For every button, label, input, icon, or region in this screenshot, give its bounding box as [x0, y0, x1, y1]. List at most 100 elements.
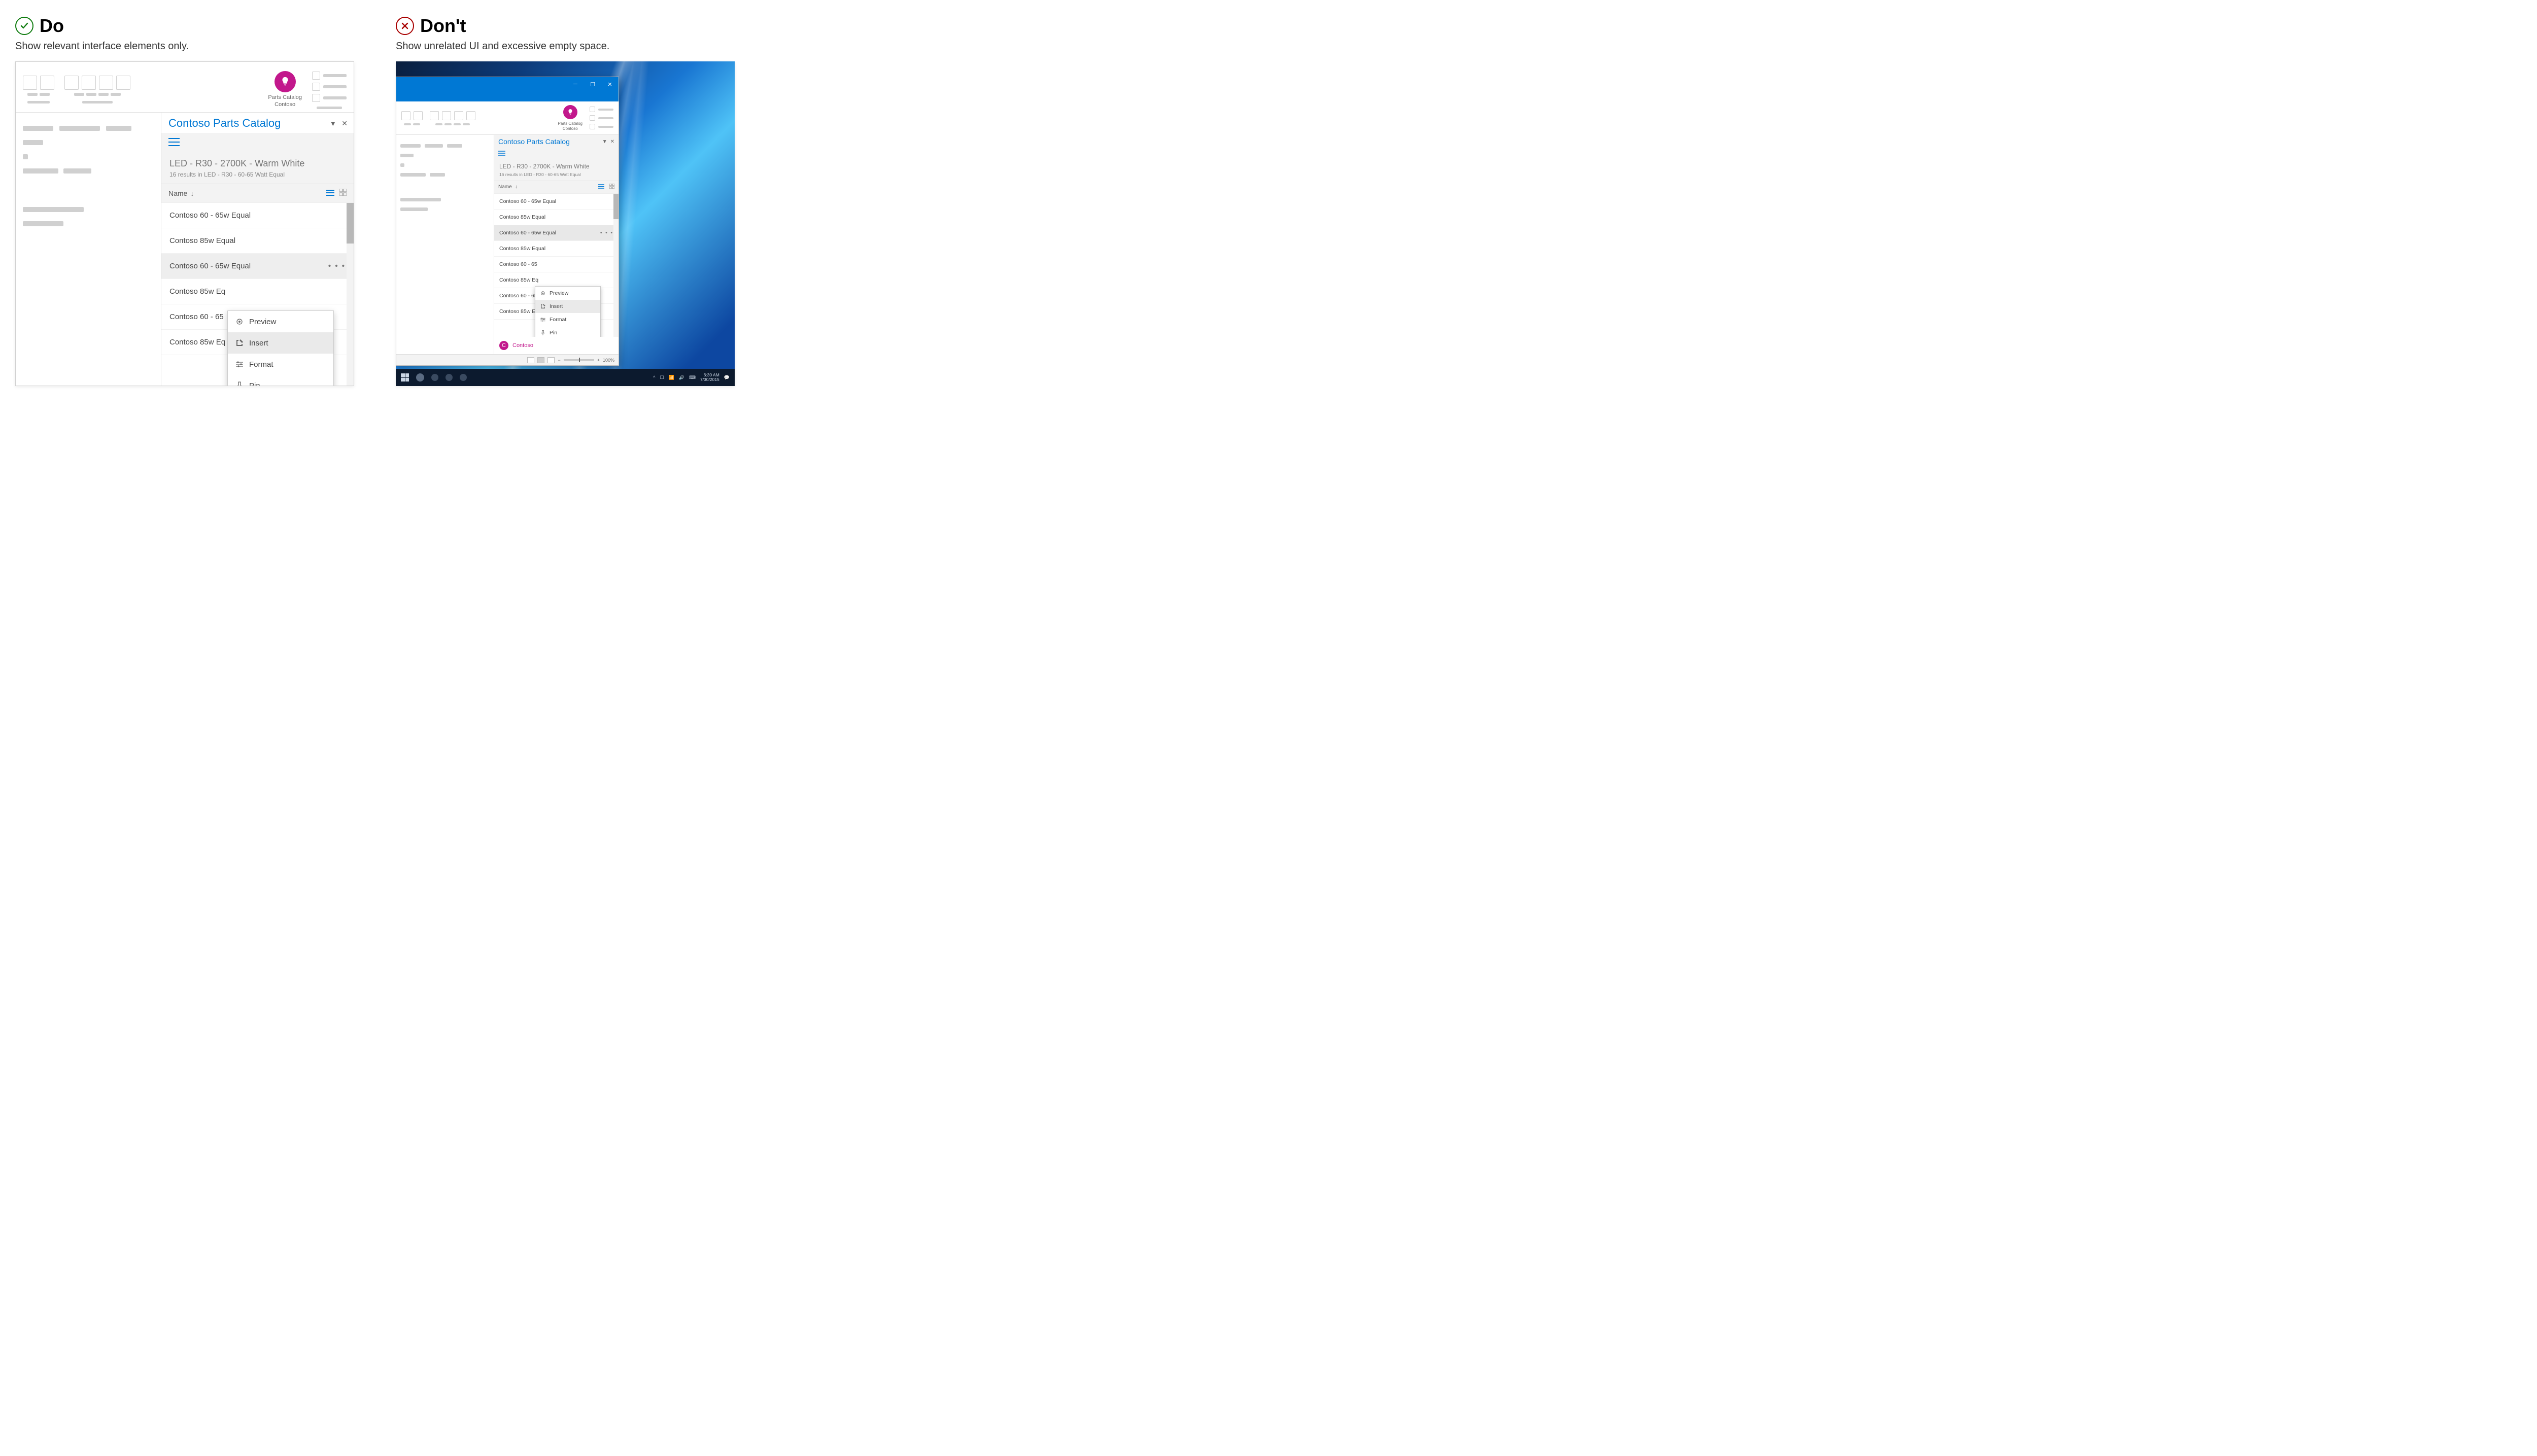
results-list: Contoso 60 - 65w Equal Contoso 85w Equal… — [494, 194, 619, 337]
status-bar: − + 100% — [396, 354, 619, 365]
ribbon-addin-label-2: Contoso — [563, 126, 578, 131]
sliders-icon — [540, 317, 546, 323]
tabstrip — [396, 91, 619, 101]
insert-icon — [540, 303, 546, 309]
grid-view-icon[interactable] — [339, 189, 347, 197]
chevron-down-icon[interactable]: ▼ — [329, 119, 336, 128]
eye-icon — [235, 317, 244, 326]
dont-subtext: Show unrelated UI and excessive empty sp… — [396, 41, 756, 52]
list-item[interactable]: Contoso 85w Equal — [494, 210, 619, 225]
scrollbar[interactable] — [613, 194, 619, 337]
sort-arrow-icon: ↓ — [515, 184, 518, 190]
task-pane: Contoso Parts Catalog ▼ ✕ LED - R30 - 27… — [494, 135, 619, 354]
tray-chevron-icon[interactable]: ^ — [653, 375, 655, 380]
eye-icon — [540, 290, 546, 296]
column-name-label: Name — [498, 184, 512, 190]
view-mode-button[interactable] — [547, 357, 555, 363]
taskpane-title: Contoso Parts Catalog — [498, 137, 570, 146]
taskbar-app-icon[interactable] — [431, 374, 438, 381]
brand-avatar: C — [499, 341, 508, 350]
zoom-slider[interactable] — [564, 359, 594, 361]
do-screenshot: Parts CatalogContoso — [15, 61, 354, 386]
tray-keyboard-icon[interactable]: ⌨ — [689, 375, 696, 380]
tray-volume-icon[interactable]: 🔊 — [679, 375, 684, 380]
ribbon-addin-label-2: Contoso — [275, 101, 295, 108]
menu-insert[interactable]: Insert — [535, 300, 600, 313]
pin-icon — [540, 330, 546, 336]
taskpane-footer: C Contoso — [494, 337, 619, 354]
close-icon[interactable]: ✕ — [610, 139, 614, 145]
system-clock[interactable]: 6:30 AM 7/30/2015 — [700, 373, 719, 383]
ribbon-group-placeholder — [21, 76, 56, 103]
lightbulb-icon — [563, 105, 577, 119]
list-view-icon[interactable] — [326, 189, 334, 197]
list-item[interactable]: Contoso 60 - 65w Equal — [494, 194, 619, 210]
filter-subtitle: 16 results in LED - R30 - 60-65 Watt Equ… — [499, 172, 613, 177]
list-item[interactable]: Contoso 85w Equal — [161, 228, 354, 254]
ribbon-group-placeholder — [588, 105, 615, 131]
brand-name: Contoso — [512, 342, 533, 349]
sliders-icon — [235, 360, 244, 369]
ribbon-addin-button[interactable]: Parts CatalogContoso — [266, 71, 304, 108]
list-item[interactable]: Contoso 60 - 65w Equal — [161, 203, 354, 228]
view-mode-button[interactable] — [527, 357, 534, 363]
taskbar-app-icon[interactable] — [460, 374, 467, 381]
lightbulb-icon — [275, 71, 296, 92]
ribbon-group-placeholder — [428, 111, 477, 125]
more-icon[interactable]: • • • — [600, 230, 613, 236]
zoom-value[interactable]: 100% — [603, 358, 614, 363]
more-icon[interactable]: • • • — [328, 262, 346, 270]
cross-icon — [396, 17, 414, 35]
tray-icon[interactable]: ☐ — [660, 375, 664, 380]
menu-pin[interactable]: Pin — [228, 375, 333, 386]
menu-format[interactable]: Format — [535, 313, 600, 326]
filter-title: LED - R30 - 2700K - Warm White — [169, 158, 346, 169]
hamburger-icon[interactable] — [161, 133, 354, 151]
tray-network-icon[interactable]: 📶 — [669, 375, 674, 380]
list-item[interactable]: Contoso 60 - 65 — [494, 257, 619, 272]
taskbar-app-icon[interactable] — [416, 373, 424, 382]
ribbon-group-placeholder — [310, 70, 349, 109]
action-center-icon[interactable]: 💬 — [724, 375, 730, 380]
menu-preview[interactable]: Preview — [228, 311, 333, 332]
zoom-in-button[interactable]: + — [597, 358, 600, 363]
menu-format[interactable]: Format — [228, 354, 333, 375]
scrollbar[interactable] — [347, 203, 354, 386]
close-icon[interactable]: ✕ — [341, 119, 348, 128]
maximize-button[interactable]: ☐ — [584, 77, 601, 91]
pin-icon — [235, 381, 244, 386]
menu-preview[interactable]: Preview — [535, 287, 600, 300]
column-header[interactable]: Name ↓ — [494, 181, 619, 194]
list-item[interactable]: Contoso 85w Eq — [161, 279, 354, 304]
hamburger-icon[interactable] — [494, 148, 619, 159]
ribbon-group-placeholder — [62, 76, 132, 103]
close-button[interactable]: ✕ — [601, 77, 619, 91]
ribbon: Parts CatalogContoso — [16, 62, 354, 113]
filter-summary: LED - R30 - 2700K - Warm White 16 result… — [494, 159, 619, 181]
titlebar: ─ ☐ ✕ — [396, 77, 619, 91]
column-name-label: Name — [168, 189, 187, 197]
list-item[interactable]: Contoso 60 - 65w Equal • • • — [161, 254, 354, 279]
view-mode-button[interactable] — [537, 357, 544, 363]
grid-view-icon[interactable] — [609, 184, 614, 190]
taskbar-app-icon[interactable] — [445, 374, 453, 381]
start-button[interactable] — [401, 373, 409, 382]
ribbon-addin-button[interactable]: Parts CatalogContoso — [556, 105, 585, 131]
list-view-icon[interactable] — [598, 184, 604, 190]
ribbon-addin-label-1: Parts Catalog — [268, 94, 302, 100]
menu-insert[interactable]: Insert — [228, 332, 333, 354]
taskpane-title: Contoso Parts Catalog — [168, 117, 281, 130]
ribbon: Parts CatalogContoso — [396, 101, 619, 135]
column-header[interactable]: Name ↓ — [161, 184, 354, 203]
filter-title: LED - R30 - 2700K - Warm White — [499, 163, 613, 170]
chevron-down-icon[interactable]: ▼ — [602, 139, 607, 145]
list-item[interactable]: Contoso 60 - 65w Equal • • • — [494, 225, 619, 241]
menu-pin[interactable]: Pin — [535, 326, 600, 337]
ribbon-group-placeholder — [399, 111, 425, 125]
dont-column: Don't Show unrelated UI and excessive em… — [396, 15, 756, 386]
zoom-out-button[interactable]: − — [558, 358, 560, 363]
dont-heading: Don't — [420, 15, 466, 37]
check-icon — [15, 17, 33, 35]
list-item[interactable]: Contoso 85w Equal — [494, 241, 619, 257]
minimize-button[interactable]: ─ — [567, 77, 584, 91]
